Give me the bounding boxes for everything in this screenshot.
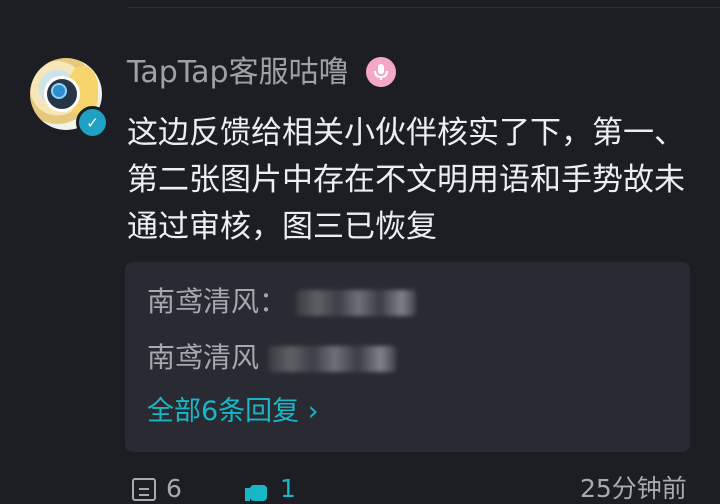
microphone-icon (366, 57, 396, 87)
reply-preview-box[interactable]: 南鸢清风： 南鸢清风 全部6条回复 › (125, 262, 690, 452)
comment-icon (132, 477, 156, 501)
reply-author: 南鸢清风： (147, 285, 288, 318)
reply-item: 南鸢清风： (147, 284, 416, 320)
top-divider (128, 7, 720, 8)
blurred-reply-content (295, 290, 416, 316)
reply-author: 南鸢清风 (147, 341, 260, 374)
comment-author[interactable]: TapTap客服咕噜 (127, 56, 349, 90)
reply-item: 南鸢清风 (147, 340, 396, 376)
microphone-glyph (374, 64, 388, 80)
like-icon (242, 476, 270, 502)
verified-icon: ✓ (76, 106, 109, 139)
blurred-reply-content (267, 346, 396, 372)
comment-text: 这边反馈给相关小伙伴核实了下，第一、第二张图片中存在不文明用语和手势故未通过审核… (127, 115, 685, 245)
view-all-replies-link[interactable]: 全部6条回复 › (147, 395, 319, 429)
avatar-eye (53, 85, 65, 97)
